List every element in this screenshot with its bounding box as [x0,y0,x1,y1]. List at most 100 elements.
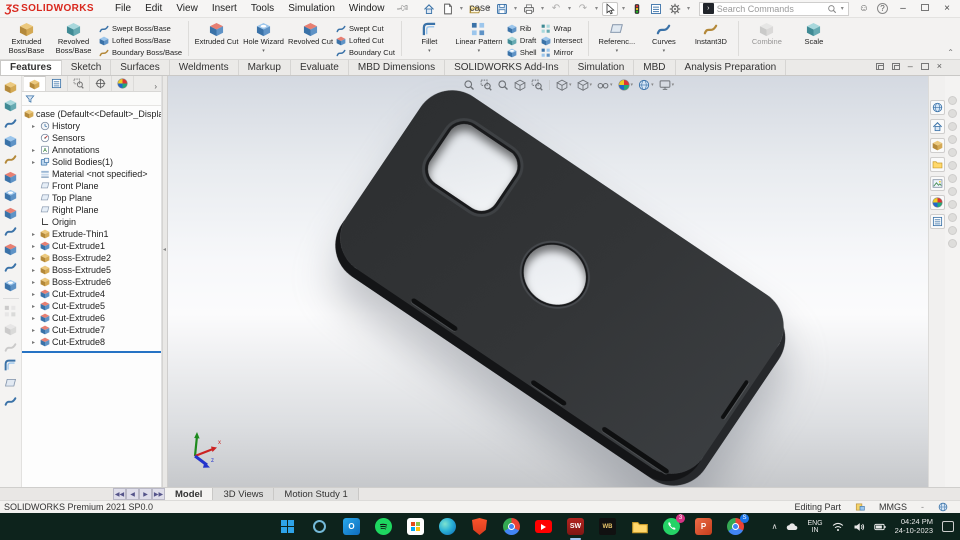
dimmed-tool-icon[interactable] [948,226,957,235]
language-indicator[interactable]: ENG IN [807,520,822,534]
doc-close-button[interactable]: × [937,62,942,71]
edit-appearance-button[interactable]: ▾ [618,79,633,91]
expand-arrow[interactable]: ▸ [32,159,38,166]
ribbon-collapse-chevron[interactable]: ⌃ [947,48,954,57]
shell-button[interactable]: Shell [505,47,539,58]
powerpoint-button[interactable]: P [694,517,713,536]
tab-surfaces[interactable]: Surfaces [111,60,170,75]
search-commands-box[interactable]: › ▾ [698,1,849,16]
tab-weldments[interactable]: Weldments [170,60,239,75]
tool-combine-icon-disabled[interactable] [3,340,18,355]
options-dropdown-caret[interactable]: ▾ [687,5,690,12]
displaymanager-tab[interactable] [112,76,134,91]
3d-views-tab[interactable]: 3D Views [213,488,275,500]
scroll-first-button[interactable]: ◀◀ [113,488,126,500]
options-button[interactable] [667,2,683,16]
tree-item-right-plane[interactable]: ▸Right Plane [22,204,161,216]
onedrive-cloud-icon[interactable] [786,521,798,533]
view-settings-button[interactable]: ▾ [659,79,674,91]
tab-mbd[interactable]: MBD [634,60,676,75]
lofted-boss-button[interactable]: Lofted Boss/Base [97,35,184,46]
expand-arrow[interactable]: ▸ [32,243,38,250]
expand-arrow[interactable]: ▸ [32,291,38,298]
file-properties-button[interactable] [648,2,664,16]
solidworks-resources-tab[interactable] [929,100,945,115]
tab-mbd-dimensions[interactable]: MBD Dimensions [349,60,446,75]
brave-button[interactable] [470,517,489,536]
save-dropdown-caret[interactable]: ▾ [514,5,517,12]
mirror-button[interactable]: Mirror [539,47,585,58]
tree-item-history[interactable]: ▸ History [22,120,161,132]
globe-status-icon[interactable] [938,502,948,513]
fillet-caret[interactable]: ▾ [428,48,431,54]
tool-lofted-boss-icon[interactable] [3,134,18,149]
previous-view-button[interactable] [497,79,509,91]
tool-swept-cut-icon[interactable] [3,224,18,239]
extruded-boss-button[interactable]: Extruded Boss/Base [3,20,50,55]
dimmed-tool-icon[interactable] [948,213,957,222]
dimmed-tool-icon[interactable] [948,174,957,183]
tool-swept-boss-icon[interactable] [3,116,18,131]
save-button[interactable] [494,2,510,16]
combine-button[interactable]: Combine [743,20,790,47]
sheet-properties-icon[interactable] [855,502,865,513]
tool-revolved-cut-icon[interactable] [3,206,18,221]
doc-minimize-button[interactable]: – [908,62,913,71]
tool-extruded-boss-icon[interactable] [3,80,18,95]
expand-arrow[interactable]: ▸ [32,255,38,262]
extruded-cut-button[interactable]: Extruded Cut [193,20,240,47]
redo-button[interactable]: ↷ [575,2,591,16]
select-button[interactable] [602,1,618,16]
wb-app-button[interactable]: WB [598,517,617,536]
fillet-button[interactable]: Fillet ▾ [406,20,453,54]
tool-shell-icon[interactable] [3,278,18,293]
reference-caret[interactable]: ▾ [616,48,619,54]
swept-boss-button[interactable]: Swept Boss/Base [97,23,184,34]
doc-tile-icon[interactable] [891,63,900,70]
units-caret[interactable]: - [921,502,924,512]
revolved-cut-button[interactable]: Revolved Cut [287,20,334,47]
tree-item-cut-extrude7[interactable]: ▸ Cut-Extrude7 [22,324,161,336]
curves-caret[interactable]: ▾ [663,48,666,54]
clock[interactable]: 04:24 PM 24-10-2023 [895,517,933,535]
boundary-cut-button[interactable]: Boundary Cut [334,47,397,58]
menu-edit[interactable]: Edit [138,3,169,14]
tree-item-cut-extrude8[interactable]: ▸ Cut-Extrude8 [22,336,161,348]
expand-arrow[interactable]: ▸ [32,303,38,310]
scroll-prev-button[interactable]: ◀ [126,488,139,500]
custom-properties-tab[interactable] [929,214,945,229]
wifi-icon[interactable] [832,521,844,533]
open-button[interactable] [467,2,483,16]
help-icon[interactable]: ? [877,3,888,14]
doc-cascade-icon[interactable] [875,63,884,70]
tab-evaluate[interactable]: Evaluate [291,60,349,75]
outlook-button[interactable]: O [342,517,361,536]
expand-arrow[interactable]: ▸ [32,327,38,334]
menu-view[interactable]: View [169,3,205,14]
search-dropdown-caret[interactable]: ▾ [841,5,844,12]
file-explorer-button[interactable] [630,517,649,536]
expand-arrow[interactable]: ▸ [32,315,38,322]
tree-item-origin[interactable]: ▸Origin [22,216,161,228]
dimmed-tool-icon[interactable] [948,122,957,131]
dimmed-tool-icon[interactable] [948,200,957,209]
print-button[interactable] [521,2,537,16]
tool-curves-icon[interactable] [3,394,18,409]
tool-reference-geometry-icon[interactable] [3,376,18,391]
rollback-bar[interactable] [22,351,161,353]
units-label[interactable]: MMGS [879,502,907,512]
hole-wizard-caret[interactable]: ▾ [262,48,265,54]
linear-pattern-caret[interactable]: ▾ [478,48,481,54]
motion-study-tab[interactable]: Motion Study 1 [274,488,359,500]
chrome-button[interactable] [502,517,521,536]
expand-arrow[interactable]: ▸ [32,279,38,286]
tree-item-front-plane[interactable]: ▸Front Plane [22,180,161,192]
instant3d-button[interactable]: Instant3D [687,20,734,47]
youtube-button[interactable] [534,517,553,536]
appearances-tab[interactable] [929,195,945,210]
microsoft-store-button[interactable] [406,517,425,536]
rebuild-button[interactable] [629,2,645,16]
draft-button[interactable]: Draft [505,35,539,46]
revolved-boss-button[interactable]: Revolved Boss/Base [50,20,97,55]
dimmed-tool-icon[interactable] [948,96,957,105]
